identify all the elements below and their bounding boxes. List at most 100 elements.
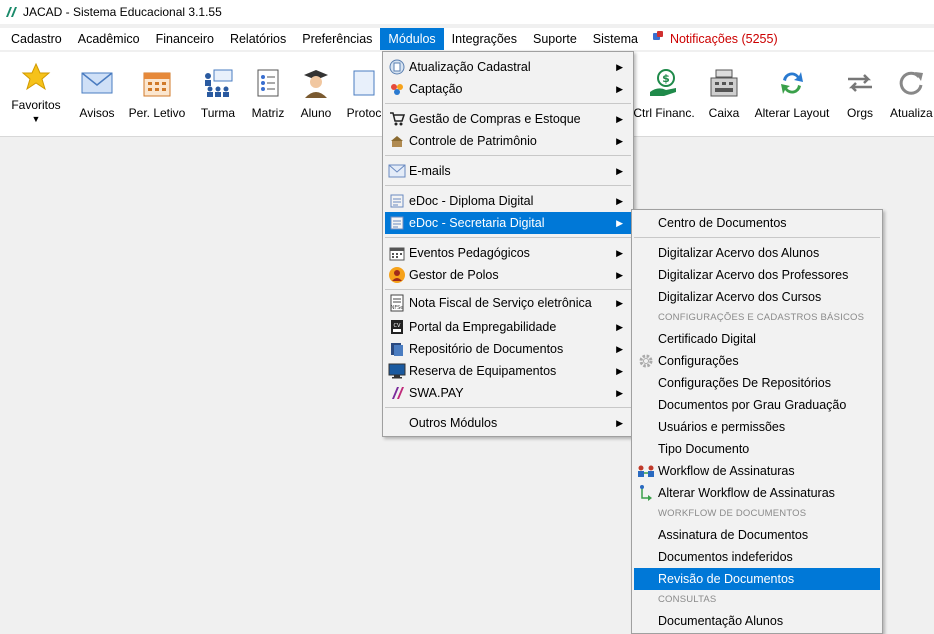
swap-layout-icon: [775, 66, 809, 100]
chevron-right-icon: ▶: [616, 321, 623, 332]
menu-item-atualizacao-cadastral[interactable]: Atualização Cadastral ▶: [385, 56, 631, 78]
submenu-item-certificado-digital[interactable]: Certificado Digital: [634, 328, 880, 350]
cv-icon: CV: [387, 317, 407, 337]
submenu-item-usuarios-permissoes[interactable]: Usuários e permissões: [634, 416, 880, 438]
submenu-item-digitalizar-alunos[interactable]: Digitalizar Acervo dos Alunos: [634, 242, 880, 264]
chevron-right-icon: ▶: [616, 83, 623, 94]
toolbar-protocolo-button[interactable]: Protoc: [344, 60, 384, 134]
protocol-icon: [347, 66, 381, 100]
notification-icon: [652, 28, 665, 50]
submenu-item-revisao-documentos[interactable]: Revisão de Documentos: [634, 568, 880, 590]
refresh-icon: [894, 66, 928, 100]
menu-separator: [385, 185, 631, 186]
events-calendar-icon: [387, 243, 407, 263]
envelope-icon: [80, 66, 114, 100]
menu-relatorios[interactable]: Relatórios: [222, 28, 294, 50]
menu-sistema[interactable]: Sistema: [585, 28, 646, 50]
menu-separator: [385, 103, 631, 104]
chevron-right-icon: ▶: [616, 269, 623, 280]
toolbar-ctrl-financ-button[interactable]: $ Ctrl Financ.: [633, 60, 695, 134]
menu-financeiro[interactable]: Financeiro: [148, 28, 222, 50]
invoice-icon: NFSe: [387, 293, 407, 313]
secretaria-digital-submenu: Centro de Documentos Digitalizar Acervo …: [631, 209, 883, 634]
menu-item-emails[interactable]: E-mails ▶: [385, 160, 631, 182]
menu-item-edoc-secretaria[interactable]: eDoc - Secretaria Digital ▶: [385, 212, 631, 234]
menu-item-captacao[interactable]: Captação ▶: [385, 78, 631, 100]
menu-item-outros-modulos[interactable]: Outros Módulos ▶: [385, 412, 631, 434]
submenu-item-digitalizar-cursos[interactable]: Digitalizar Acervo dos Cursos: [634, 286, 880, 308]
chevron-right-icon: ▶: [616, 343, 623, 354]
chevron-right-icon: ▶: [616, 135, 623, 146]
submenu-item-centro-documentos[interactable]: Centro de Documentos: [634, 212, 880, 234]
submenu-item-digitalizar-professores[interactable]: Digitalizar Acervo dos Professores: [634, 264, 880, 286]
chevron-right-icon: ▶: [616, 297, 623, 308]
menu-item-eventos-pedagogicos[interactable]: Eventos Pedagógicos ▶: [385, 242, 631, 264]
menu-item-portal-empregabilidade[interactable]: CV Portal da Empregabilidade ▶: [385, 316, 631, 338]
repository-icon: [387, 339, 407, 359]
monitor-icon: [387, 361, 407, 381]
submenu-item-configuracoes[interactable]: Configurações: [634, 350, 880, 372]
document-list-icon: [251, 66, 285, 100]
submenu-header-configuracoes: CONFIGURAÇÕES E CADASTROS BÁSICOS: [658, 312, 865, 323]
menu-item-repositorio-documentos[interactable]: Repositório de Documentos ▶: [385, 338, 631, 360]
menu-item-nota-fiscal[interactable]: NFSe Nota Fiscal de Serviço eletrônica ▶: [385, 290, 631, 316]
toolbar-atualizar-button[interactable]: Atualiza: [886, 60, 934, 134]
window-title: JACAD - Sistema Educacional 3.1.55: [23, 5, 222, 19]
toolbar-matriz-button[interactable]: Matriz: [248, 60, 288, 134]
asset-icon: [387, 131, 407, 151]
shopping-cart-icon: [387, 109, 407, 129]
menu-cadastro[interactable]: Cadastro: [0, 28, 70, 50]
toolbar-alterar-layout-button[interactable]: Alterar Layout: [752, 60, 832, 134]
toolbar-avisos-button[interactable]: Avisos: [75, 60, 119, 134]
menu-integracoes[interactable]: Integrações: [444, 28, 525, 50]
chevron-right-icon: ▶: [616, 387, 623, 398]
title-bar: JACAD - Sistema Educacional 3.1.55: [0, 0, 934, 24]
menu-separator: [385, 237, 631, 238]
email-icon: [387, 161, 407, 181]
menu-bar: Cadastro Acadêmico Financeiro Relatórios…: [0, 28, 934, 50]
submenu-item-tipo-documento[interactable]: Tipo Documento: [634, 438, 880, 460]
toolbar-turma-button[interactable]: Turma: [196, 60, 240, 134]
toolbar-aluno-button[interactable]: Aluno: [296, 60, 336, 134]
chevron-right-icon: ▶: [616, 113, 623, 124]
submenu-item-assinatura-documentos[interactable]: Assinatura de Documentos: [634, 524, 880, 546]
update-record-icon: [387, 57, 407, 77]
toolbar-caixa-button[interactable]: Caixa: [702, 60, 746, 134]
chevron-right-icon: ▶: [616, 247, 623, 258]
chevron-down-icon: ▼: [31, 114, 41, 124]
menu-item-gestao-compras[interactable]: Gestão de Compras e Estoque ▶: [385, 108, 631, 130]
chevron-right-icon: ▶: [616, 195, 623, 206]
svg-text:NFSe: NFSe: [391, 305, 404, 311]
menu-item-edoc-diploma[interactable]: eDoc - Diploma Digital ▶: [385, 190, 631, 212]
toolbar-orgs-button[interactable]: Orgs: [840, 60, 880, 134]
submenu-item-docs-grau[interactable]: Documentos por Grau Graduação: [634, 394, 880, 416]
toolbar-favoritos-button[interactable]: Favoritos ▼: [8, 60, 64, 134]
chevron-right-icon: ▶: [616, 165, 623, 176]
menu-academico[interactable]: Acadêmico: [70, 28, 148, 50]
diploma-icon: [387, 191, 407, 211]
secretaria-doc-icon: [387, 213, 407, 233]
submenu-item-alterar-workflow[interactable]: Alterar Workflow de Assinaturas: [634, 482, 880, 504]
money-hand-icon: $: [647, 66, 681, 100]
submenu-item-documentos-indeferidos[interactable]: Documentos indeferidos: [634, 546, 880, 568]
chevron-right-icon: ▶: [616, 217, 623, 228]
modulos-menu: Atualização Cadastral ▶ Captação ▶ Gestão …: [382, 51, 634, 437]
jacad-logo-icon: [5, 5, 19, 19]
submenu-header-workflow: WORKFLOW DE DOCUMENTOS: [658, 508, 807, 519]
toolbar-per-letivo-button[interactable]: Per. Letivo: [127, 60, 187, 134]
menu-item-reserva-equipamentos[interactable]: Reserva de Equipamentos ▶: [385, 360, 631, 382]
menu-suporte[interactable]: Suporte: [525, 28, 585, 50]
menu-item-controle-patrimonio[interactable]: Controle de Patrimônio ▶: [385, 130, 631, 152]
notifications-link[interactable]: Notificações (5255): [646, 28, 786, 50]
menu-preferencias[interactable]: Preferências: [294, 28, 380, 50]
captacao-icon: [387, 79, 407, 99]
submenu-item-config-repositorios[interactable]: Configurações De Repositórios: [634, 372, 880, 394]
menu-modulos[interactable]: Módulos: [380, 28, 444, 50]
submenu-item-workflow-assinaturas[interactable]: Workflow de Assinaturas: [634, 460, 880, 482]
menu-item-gestor-polos[interactable]: Gestor de Polos ▶: [385, 264, 631, 286]
svg-text:CV: CV: [394, 323, 401, 329]
cash-register-icon: [707, 66, 741, 100]
polos-icon: [387, 265, 407, 285]
menu-item-swa-pay[interactable]: SWA.PAY ▶: [385, 382, 631, 404]
submenu-item-documentacao-alunos[interactable]: Documentação Alunos: [634, 610, 880, 632]
